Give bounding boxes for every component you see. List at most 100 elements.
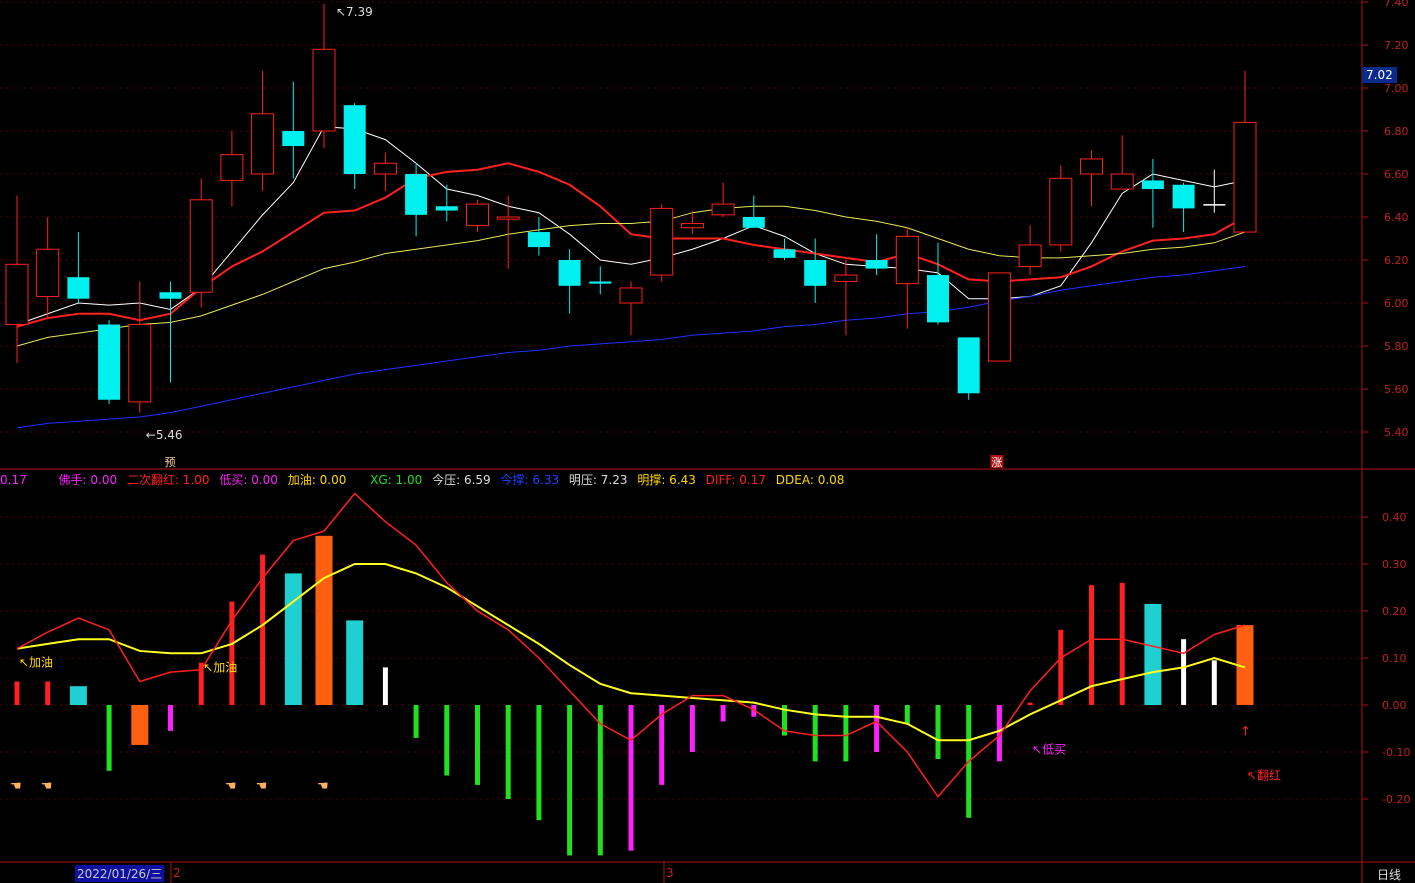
ind-jinya: 今压: 6.59 bbox=[432, 473, 491, 487]
ind-value: 0.17 bbox=[0, 473, 27, 487]
candle-body bbox=[527, 232, 550, 248]
macd-bar bbox=[168, 705, 173, 731]
macd-bar bbox=[315, 535, 333, 705]
macd-bar bbox=[904, 705, 910, 724]
marker-yu: 预 bbox=[165, 456, 176, 469]
candle-body bbox=[834, 274, 858, 282]
candle-body bbox=[773, 249, 796, 258]
macd-bar bbox=[935, 705, 941, 760]
macd-bar bbox=[1144, 603, 1162, 705]
macd-annotation: ↖翻红 bbox=[1247, 768, 1281, 783]
ind-xg: XG: 1.00 bbox=[370, 473, 423, 487]
ind-jiayou: 加油: 0.00 bbox=[287, 473, 347, 487]
up-arrow-icon: ↑ bbox=[1240, 725, 1251, 740]
macd-tick-label: 0.10 bbox=[1382, 652, 1407, 665]
ind-foshou: 佛手: 0.00 bbox=[58, 473, 118, 487]
ind-jincheng: 今撑: 6.33 bbox=[500, 473, 560, 487]
stock-chart[interactable]: 5.40 5.60 5.80 6.00 6.20 6.40 6.60 6.80 7.00 7.20… bbox=[0, 0, 1415, 883]
macd-tick-label: 0.30 bbox=[1382, 558, 1407, 571]
month-label-3: 3 bbox=[666, 866, 674, 880]
macd-bar bbox=[284, 573, 302, 705]
candle-body bbox=[220, 154, 244, 181]
low-annotation: ←5.46 bbox=[146, 428, 183, 442]
candle-body bbox=[98, 324, 121, 400]
macd-bar bbox=[659, 705, 665, 785]
hand-icon: ☚ bbox=[225, 779, 237, 794]
ind-mingya: 明压: 7.23 bbox=[568, 473, 628, 487]
candle-body bbox=[251, 113, 275, 175]
high-annotation: ↖7.39 bbox=[336, 5, 373, 19]
candle-body bbox=[435, 206, 458, 211]
candle-body bbox=[957, 337, 980, 394]
macd-annotation: ↖加油 bbox=[203, 660, 237, 674]
candle-body bbox=[312, 48, 336, 132]
ind-diff: DIFF: 0.17 bbox=[705, 473, 766, 487]
hand-icon: ☚ bbox=[10, 779, 22, 794]
price-tick-label: 6.00 bbox=[1384, 297, 1409, 310]
macd-bar bbox=[106, 705, 112, 771]
macd-bar bbox=[567, 705, 573, 856]
ind-ddea: DDEA: 0.08 bbox=[775, 473, 845, 487]
candle-body bbox=[1110, 173, 1134, 190]
hand-icon: ☚ bbox=[317, 779, 329, 794]
candle-body bbox=[67, 277, 90, 299]
price-tick-label: 5.40 bbox=[1384, 426, 1409, 439]
date-label: 2022/01/26/三 bbox=[75, 865, 165, 882]
macd-bar bbox=[1058, 629, 1064, 705]
candle-body bbox=[373, 162, 397, 175]
macd-bar bbox=[505, 705, 511, 799]
price-tick-label: 5.60 bbox=[1384, 383, 1409, 396]
macd-bar bbox=[45, 681, 51, 705]
macd-tick-label: 0.20 bbox=[1382, 605, 1407, 618]
candle-body bbox=[496, 216, 520, 220]
macd-bar bbox=[131, 705, 149, 745]
candle-body bbox=[282, 131, 305, 147]
last-price-label: 7.02 bbox=[1362, 67, 1397, 83]
candle-body bbox=[159, 292, 182, 299]
candle-body bbox=[558, 260, 581, 286]
candle-body bbox=[742, 217, 765, 228]
candle-body bbox=[5, 263, 29, 325]
candle-body bbox=[1080, 158, 1103, 175]
candle-body bbox=[36, 248, 60, 298]
candle-body bbox=[987, 272, 1011, 362]
candle-body bbox=[466, 203, 489, 227]
macd-bar bbox=[1211, 660, 1217, 705]
macd-bar bbox=[689, 705, 695, 752]
macd-tick-label: -0.20 bbox=[1382, 793, 1410, 806]
macd-bar bbox=[413, 705, 419, 738]
candle-body bbox=[1141, 180, 1164, 190]
price-tick-label: 5.80 bbox=[1384, 340, 1409, 353]
indicator-bar: 0.17 佛手: 0.00 二次翻红: 1.00 低买: 0.00 加油: 0.… bbox=[0, 471, 850, 488]
candle-body bbox=[804, 260, 827, 286]
hand-icon: ☚ bbox=[41, 779, 53, 794]
macd-tick-label: 0.40 bbox=[1382, 511, 1407, 524]
candle-body bbox=[1049, 177, 1073, 246]
macd-bar bbox=[843, 705, 849, 762]
candle-body bbox=[589, 281, 612, 284]
macd-annotation: ↖低买 bbox=[1032, 743, 1066, 757]
macd-bar bbox=[475, 705, 480, 785]
macd-bar bbox=[382, 667, 388, 705]
macd-bar bbox=[628, 705, 634, 851]
price-tick-label: 6.20 bbox=[1384, 254, 1409, 267]
macd-tick-label: -0.10 bbox=[1382, 746, 1410, 759]
price-tick-label: 7.40 bbox=[1384, 0, 1409, 9]
macd-bar bbox=[1027, 702, 1033, 705]
candle-body bbox=[895, 235, 919, 285]
macd-bar bbox=[444, 705, 450, 776]
price-tick-label: 6.40 bbox=[1384, 211, 1409, 224]
macd-bar bbox=[69, 686, 87, 705]
candle-body bbox=[189, 199, 213, 293]
macd-bar bbox=[597, 705, 603, 856]
candle-body bbox=[1233, 121, 1257, 233]
candle-body bbox=[1172, 184, 1195, 209]
candle-body bbox=[1203, 204, 1226, 206]
macd-bar bbox=[536, 705, 542, 821]
ind-erci: 二次翻红: 1.00 bbox=[126, 473, 210, 487]
hand-icon: ☚ bbox=[256, 779, 268, 794]
marker-zhang: 涨 bbox=[991, 456, 1002, 469]
period-label[interactable]: 日线 bbox=[1377, 866, 1401, 883]
candle-body bbox=[650, 207, 674, 276]
candle-body bbox=[711, 203, 735, 216]
